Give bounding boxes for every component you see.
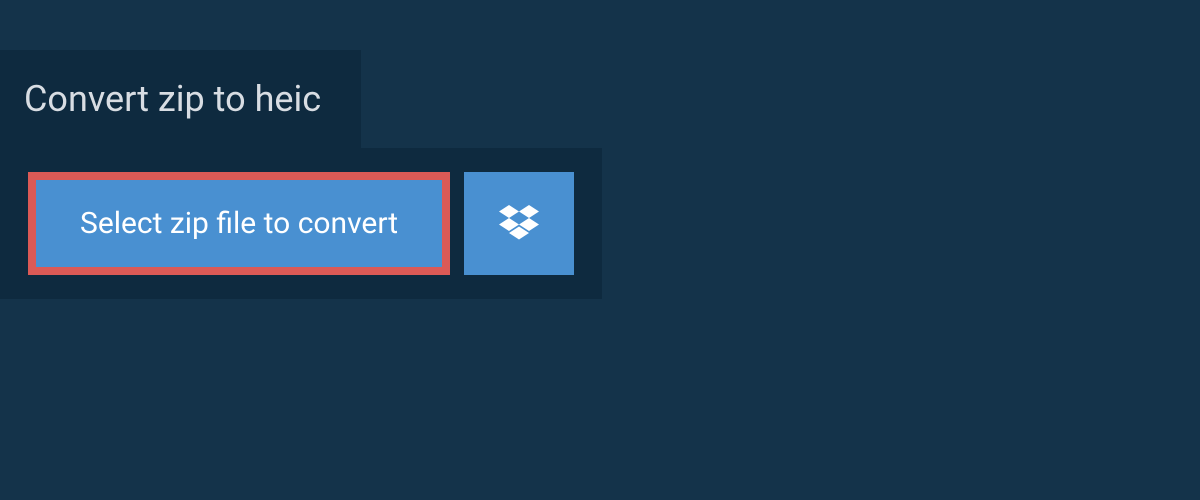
page-title: Convert zip to heic [24, 78, 321, 120]
dropbox-icon [499, 205, 539, 243]
select-file-button[interactable]: Select zip file to convert [28, 172, 450, 275]
select-file-label: Select zip file to convert [80, 206, 398, 241]
file-select-panel: Select zip file to convert [0, 148, 602, 299]
page-header-tab: Convert zip to heic [0, 50, 361, 148]
dropbox-button[interactable] [464, 172, 574, 275]
